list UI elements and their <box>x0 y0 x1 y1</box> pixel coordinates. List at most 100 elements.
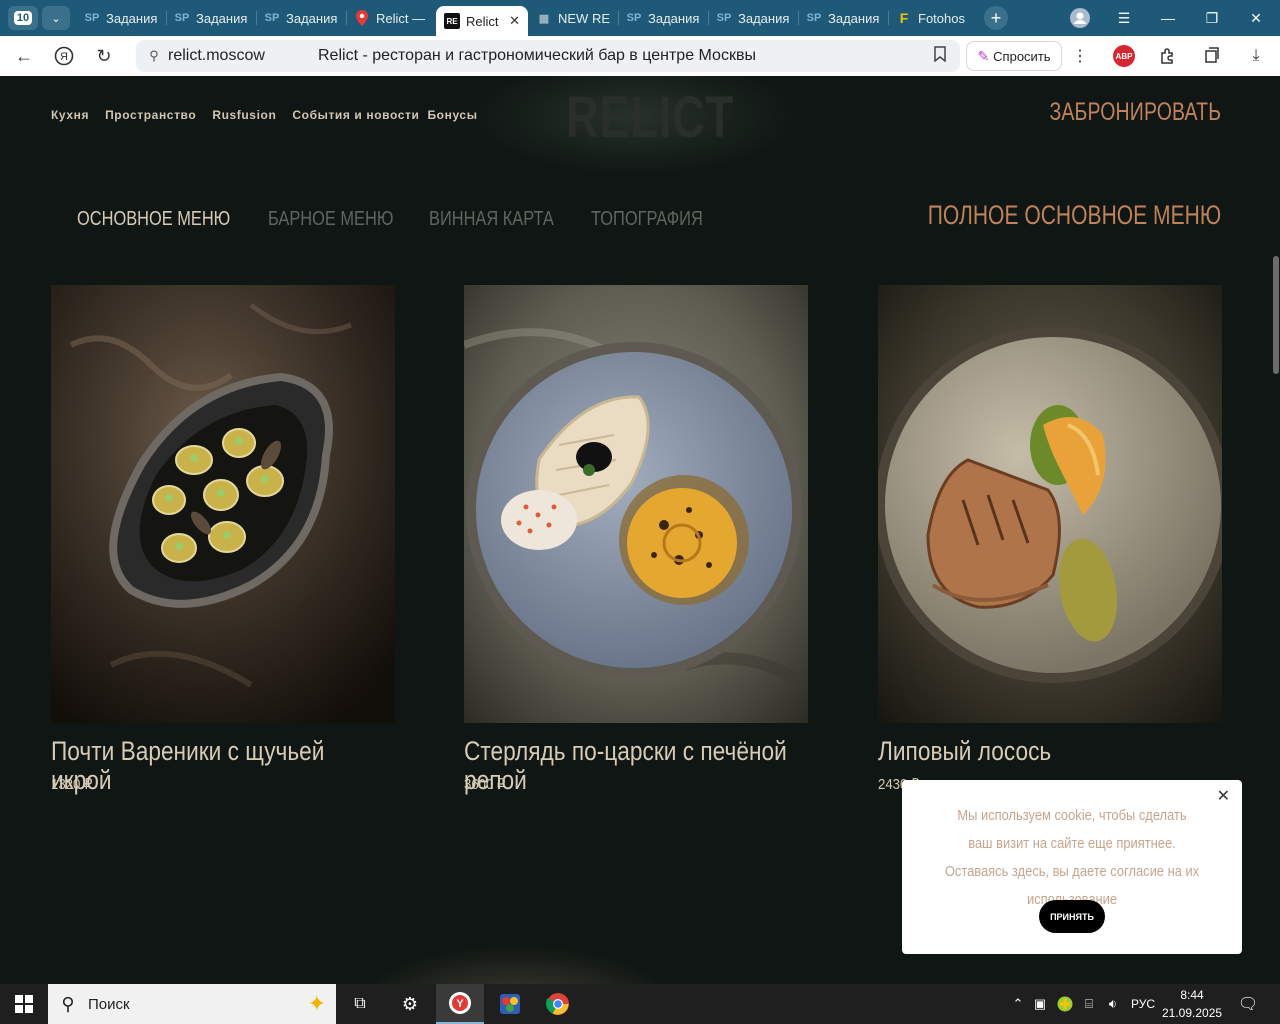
tab-2[interactable]: SP Задания <box>166 4 256 32</box>
tab-4[interactable]: Relict — <box>346 4 436 32</box>
search-icon: ⚲ <box>61 993 75 1014</box>
nav-rusfusion[interactable]: Rusfusion <box>212 108 276 122</box>
svg-text:Y: Y <box>456 998 464 1010</box>
menu-tabs: ОСНОВНОЕ МЕНЮ БАРНОЕ МЕНЮ ВИННАЯ КАРТА Т… <box>77 208 727 231</box>
page-scrollbar[interactable] <box>1271 76 1280 984</box>
close-tab-icon[interactable]: ✕ <box>509 13 520 29</box>
sp-icon: SP <box>626 12 642 24</box>
tab-label: Задания <box>738 10 790 26</box>
nav-kitchen[interactable]: Кухня <box>51 108 89 122</box>
address-domain: relict.moscow <box>168 47 265 64</box>
more-options-icon[interactable]: ⋮ <box>1060 36 1100 76</box>
extensions-puzzle-icon[interactable] <box>1148 36 1188 76</box>
fotohost-icon: F <box>899 10 909 26</box>
tab-7[interactable]: SP Задания <box>618 4 708 32</box>
re-logo-icon: RE <box>444 13 460 29</box>
alice-sparkle-icon: ✎ <box>977 47 990 64</box>
cookie-text: Мы используем cookie, чтобы сделать ваш … <box>944 807 1200 908</box>
tab-label: Задания <box>196 10 248 26</box>
dish-card[interactable]: Липовый лосось 2430 ₽ <box>878 285 1222 793</box>
dish-photo-sterlet[interactable] <box>464 285 808 723</box>
dish-name: Почти Вареники с щучьей икрой <box>51 736 325 795</box>
tab-count: 10 <box>13 11 33 25</box>
collections-icon[interactable] <box>1192 36 1232 76</box>
clock-date: 21.09.2025 <box>1162 1006 1223 1020</box>
dish-price: 1320 ₽ <box>51 776 93 793</box>
browser-tabstrip: 10 ⌄ SP Задания SP Задания SP Задания Re… <box>0 0 1280 36</box>
minimize-icon[interactable]: — <box>1146 0 1190 36</box>
back-arrow-icon[interactable]: ← <box>4 36 44 76</box>
tab-main-menu[interactable]: ОСНОВНОЕ МЕНЮ <box>77 208 234 231</box>
browser-toolbar: ← Я ↻ ⚲ relict.moscow Relict - ресторан … <box>0 36 1280 76</box>
dish-card[interactable]: Почти Вареники с щучьей икрой 1320 ₽ <box>51 285 395 795</box>
yandex-browser-icon[interactable]: Y <box>436 984 484 1024</box>
tray-chevron-icon[interactable]: ⌃ <box>1008 984 1028 1024</box>
dish-name: Стерлядь по-царски с печёной репой <box>464 736 787 795</box>
nav-bonuses[interactable]: Бонусы <box>427 108 477 122</box>
notifications-icon[interactable]: 🗨︎ <box>1232 984 1264 1024</box>
tab-3[interactable]: SP Задания <box>256 4 346 32</box>
settings-gear-icon[interactable]: ⚙ <box>386 984 434 1024</box>
tab-9[interactable]: SP Задания <box>798 4 888 32</box>
dish-card[interactable]: Стерлядь по-царски с печёной репой 3600 … <box>464 285 808 795</box>
restore-icon[interactable]: ❐ <box>1190 0 1234 36</box>
adblock-plus-icon[interactable]: ABP <box>1104 36 1144 76</box>
chrome-icon[interactable] <box>534 984 582 1024</box>
book-table-button[interactable]: ЗАБРОНИРОВАТЬ <box>1049 98 1221 127</box>
nav-events[interactable]: События и новости <box>292 108 419 122</box>
abp-label: ABP <box>1113 45 1135 67</box>
task-view-icon[interactable]: ⧉ <box>336 984 384 1024</box>
tab-8[interactable]: SP Задания <box>708 4 798 32</box>
search-placeholder: Поиск <box>88 995 130 1013</box>
download-icon[interactable]: ⤓ <box>1236 36 1276 76</box>
sparkle-icon: ✦ <box>307 991 326 1016</box>
network-icon[interactable]: ⌸ <box>1078 984 1100 1024</box>
tab-label: Задания <box>648 10 700 26</box>
cookie-banner: ✕ Мы используем cookie, чтобы сделать ва… <box>902 780 1242 954</box>
tab-1[interactable]: SP Задания <box>76 4 166 32</box>
tab-label: Relict — <box>376 10 426 26</box>
bookmark-icon[interactable] <box>920 45 960 67</box>
yandex-home-icon[interactable]: Я <box>44 36 84 76</box>
tray-device-icon[interactable]: ▣ <box>1030 984 1050 1024</box>
tab-topography[interactable]: ТОПОГРАФИЯ <box>591 208 703 231</box>
address-bar[interactable]: ⚲ relict.moscow Relict - ресторан и гаст… <box>136 40 960 72</box>
relict-logo[interactable]: RELICT <box>566 84 734 151</box>
volume-icon[interactable]: 🔉︎ <box>1102 984 1124 1024</box>
full-main-menu-link[interactable]: ПОЛНОЕ ОСНОВНОЕ МЕНЮ <box>928 200 1221 231</box>
tab-wine-list[interactable]: ВИННАЯ КАРТА <box>429 208 562 231</box>
language-indicator[interactable]: РУС <box>1126 984 1160 1024</box>
map-pin-icon <box>354 10 370 26</box>
dish-photo-salmon[interactable] <box>878 285 1222 723</box>
dish-price: 3600 ₽ <box>464 776 506 793</box>
clock[interactable]: 8:44 21.09.2025 <box>1162 986 1222 1022</box>
browser-menu-icon[interactable]: ☰ <box>1102 0 1146 36</box>
ask-label: Спросить <box>993 48 1051 64</box>
dish-cards: Почти Вареники с щучьей икрой 1320 ₽ Сте… <box>51 285 1222 805</box>
ask-alice-button[interactable]: ✎ Спросить <box>966 41 1062 71</box>
dish-photo-vareniki[interactable] <box>51 285 395 723</box>
site-info-icon[interactable]: ⚲ <box>140 48 168 64</box>
address-page-title: Relict - ресторан и гастрономический бар… <box>318 47 756 64</box>
tab-bar-menu[interactable]: БАРНОЕ МЕНЮ <box>268 208 400 231</box>
nav-space[interactable]: Пространство <box>105 108 196 122</box>
close-window-icon[interactable]: ✕ <box>1234 0 1278 36</box>
tab-6[interactable]: ▦ NEW RE <box>528 4 618 32</box>
tab-relict-active[interactable]: RE Relict ✕ <box>436 6 528 36</box>
tab-count-button[interactable]: 10 <box>8 6 38 30</box>
sp-icon: SP <box>264 12 280 24</box>
scrollbar-thumb[interactable] <box>1273 256 1279 374</box>
tray-app-icon[interactable] <box>1054 984 1076 1024</box>
sp-icon: SP <box>174 12 190 24</box>
tab-10[interactable]: F Fotohos <box>888 4 978 32</box>
tab-list-chevron-icon[interactable]: ⌄ <box>42 6 70 30</box>
taskbar-search[interactable]: ⚲ Поиск ✦ <box>48 984 336 1024</box>
reload-icon[interactable]: ↻ <box>84 36 124 76</box>
windows-start-icon[interactable] <box>0 984 48 1024</box>
new-tab-plus-icon[interactable]: + <box>984 6 1008 30</box>
photos-app-icon[interactable] <box>486 984 534 1024</box>
web-page: RELICT Кухня Пространство Rusfusion Собы… <box>0 76 1271 984</box>
close-icon[interactable]: ✕ <box>1217 786 1230 806</box>
accept-cookie-button[interactable]: ПРИНЯТЬ <box>1039 900 1105 933</box>
profile-avatar-icon[interactable] <box>1058 0 1102 36</box>
